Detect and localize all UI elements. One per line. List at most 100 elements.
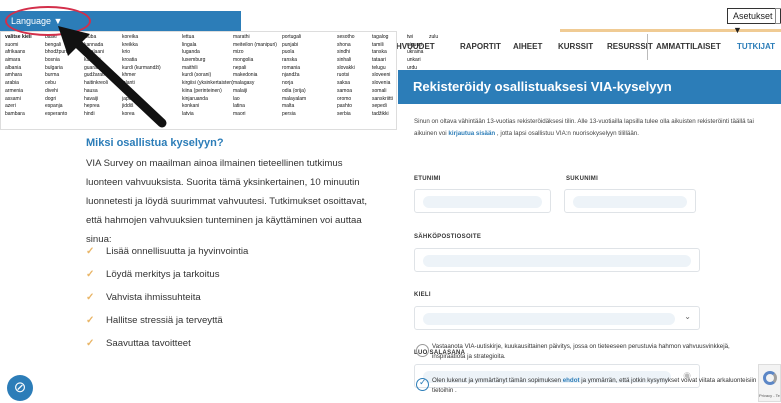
language-option[interactable]: meiteilon (manipuri) — [233, 42, 282, 50]
language-option[interactable]: ukraina — [407, 49, 429, 57]
language-option[interactable]: makedonia — [233, 72, 282, 80]
language-option — [444, 42, 449, 50]
language-option[interactable]: saksa — [337, 80, 372, 88]
language-option[interactable]: malta — [282, 103, 337, 111]
first-name-field[interactable] — [414, 189, 551, 213]
language-option — [444, 34, 449, 42]
nav-item-topics[interactable]: AIHEET — [513, 42, 542, 51]
why-body: VIA Survey on maailman ainoa ilmainen ti… — [86, 158, 368, 245]
language-option[interactable]: zulu — [429, 34, 444, 42]
language-option[interactable]: tanska — [372, 49, 407, 57]
language-option[interactable]: malagasy — [233, 80, 282, 88]
language-option[interactable]: maori — [233, 111, 282, 119]
language-option[interactable]: kirgiisi (yksinkertaisten) — [182, 80, 233, 88]
language-option[interactable]: sinhali — [337, 57, 372, 65]
language-option[interactable]: shona — [337, 42, 372, 50]
language-option[interactable]: arabia — [5, 80, 45, 88]
language-option[interactable]: sindhi — [337, 49, 372, 57]
language-option[interactable]: assami — [5, 96, 45, 104]
terms-link[interactable]: ehdot — [563, 377, 580, 384]
settings-extra-button[interactable] — [775, 8, 781, 24]
language-option[interactable]: armenia — [5, 88, 45, 96]
language-option[interactable]: ranska — [282, 57, 337, 65]
language-option[interactable]: marathi — [233, 34, 282, 42]
language-option[interactable]: portugali — [282, 34, 337, 42]
language-option[interactable]: ruotsi — [337, 72, 372, 80]
language-option[interactable]: luxemburg — [182, 57, 233, 65]
form-title: Rekisteröidy osallistuaksesi VIA-kyselyy… — [398, 70, 781, 104]
language-option — [429, 57, 444, 65]
language-option[interactable]: afrikaans — [5, 49, 45, 57]
language-option[interactable]: lingala — [182, 42, 233, 50]
nav-item-resources[interactable]: RESURSSIT — [607, 42, 653, 51]
accessibility-icon[interactable]: ⊘ — [7, 375, 33, 401]
language-option[interactable]: lao — [233, 96, 282, 104]
nav-divider — [647, 34, 648, 60]
language-option[interactable]: lettua — [182, 34, 233, 42]
language-option[interactable]: aimara — [5, 57, 45, 65]
check-icon: ✓ — [86, 315, 95, 326]
language-option[interactable]: mongolia — [233, 57, 282, 65]
language-option[interactable]: malaiji — [233, 88, 282, 96]
first-name-label: ETUNIMI — [414, 176, 441, 182]
language-option[interactable]: serbia — [337, 111, 372, 119]
settings-button[interactable]: Asetukset ▼ — [727, 8, 781, 35]
language-option — [429, 42, 444, 50]
language-option[interactable]: unkari — [407, 57, 429, 65]
login-link[interactable]: kirjautua sisään — [448, 130, 495, 137]
language-option[interactable]: konkani — [182, 103, 233, 111]
nav-item-professionals[interactable]: AMMATTILAISET — [656, 42, 721, 51]
language-option[interactable]: maithili — [182, 65, 233, 73]
language-option[interactable]: mizo — [233, 49, 282, 57]
language-option[interactable]: tagalog — [372, 34, 407, 42]
language-option[interactable]: punjabi — [282, 42, 337, 50]
last-name-field[interactable] — [564, 189, 696, 213]
language-option[interactable]: nepali — [233, 65, 282, 73]
language-option[interactable]: puola — [282, 49, 337, 57]
nav-item-courses[interactable]: KURSSIT — [558, 42, 593, 51]
chevron-down-icon: ⌄ — [684, 312, 691, 321]
language-option[interactable]: slovakki — [337, 65, 372, 73]
language-select[interactable]: ⌄ — [414, 306, 700, 330]
language-option[interactable]: amhara — [5, 72, 45, 80]
language-option — [444, 49, 449, 57]
language-label: KIELI — [414, 292, 431, 298]
language-option[interactable]: latvia — [182, 111, 233, 119]
language-option[interactable]: twi — [407, 34, 429, 42]
language-option[interactable]: sesotho — [337, 34, 372, 42]
nav-item-researchers[interactable]: TUTKIJAT — [737, 42, 775, 51]
form-intro: Sinun on oltava vähintään 13-vuotias rek… — [414, 118, 754, 137]
language-option[interactable]: samoa — [337, 88, 372, 96]
recaptcha-icon — [763, 371, 777, 385]
language-option[interactable]: oromo — [337, 96, 372, 104]
terms-checkbox[interactable] — [416, 377, 429, 391]
language-option — [429, 49, 444, 57]
language-option[interactable]: azeri — [5, 103, 45, 111]
newsletter-checkbox[interactable] — [416, 344, 429, 357]
recaptcha-badge[interactable]: Privacy - Te — [758, 364, 781, 402]
language-option[interactable]: kinjaruanda — [182, 96, 233, 104]
language-option[interactable]: luganda — [182, 49, 233, 57]
last-name-label: SUKUNIMI — [566, 176, 599, 182]
language-option[interactable]: kurdi (sorani) — [182, 72, 233, 80]
language-option[interactable]: persia — [282, 111, 337, 119]
check-icon: ✓ — [86, 292, 95, 303]
language-option[interactable]: tamili — [372, 42, 407, 50]
language-option[interactable]: odia (orija) — [282, 88, 337, 96]
language-option[interactable]: pashto — [337, 103, 372, 111]
language-option[interactable]: bambara — [5, 111, 45, 119]
language-option[interactable]: norja — [282, 80, 337, 88]
language-option[interactable]: romania — [282, 65, 337, 73]
language-option[interactable]: uiguuri — [407, 42, 429, 50]
nav-item-reports[interactable]: RAPORTIT — [460, 42, 501, 51]
language-option[interactable]: albania — [5, 65, 45, 73]
check-icon: ✓ — [86, 246, 95, 257]
language-option[interactable]: tataari — [372, 57, 407, 65]
language-option[interactable]: latina — [233, 103, 282, 111]
language-option[interactable]: malayalam — [282, 96, 337, 104]
terms-text: Olen lukenut ja ymmärtänyt tämän sopimuk… — [432, 377, 757, 394]
language-option[interactable]: kiina (perinteinen) — [182, 88, 233, 96]
email-field[interactable] — [414, 248, 700, 272]
language-option[interactable]: njandža — [282, 72, 337, 80]
language-option[interactable]: suomi — [5, 42, 45, 50]
